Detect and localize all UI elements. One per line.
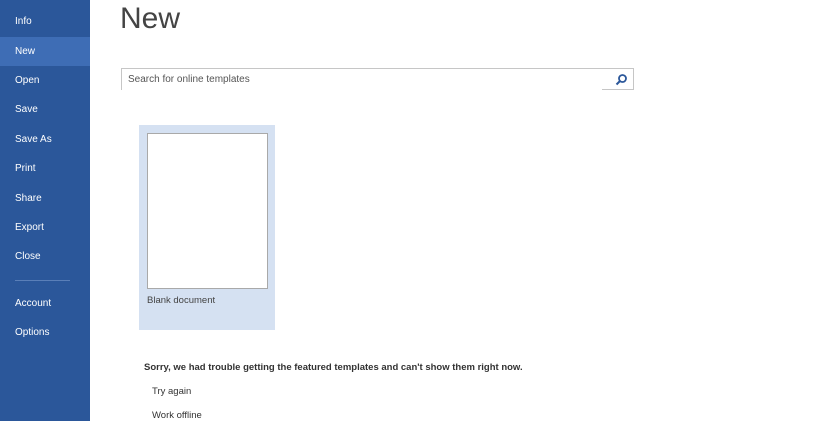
backstage-sidebar: Info New Open Save Save As Print Share E…	[0, 0, 90, 421]
page-title: New	[120, 2, 181, 35]
nav-save-as[interactable]: Save As	[0, 125, 90, 154]
sidebar-divider	[15, 280, 70, 281]
template-label: Blank document	[147, 295, 216, 306]
search-icon[interactable]	[615, 73, 628, 86]
blank-page-thumbnail	[147, 133, 268, 289]
try-again-link[interactable]: Try again	[152, 386, 191, 397]
nav-save[interactable]: Save	[0, 95, 90, 124]
nav-close[interactable]: Close	[0, 242, 90, 271]
nav-account[interactable]: Account	[0, 289, 90, 318]
work-offline-link[interactable]: Work offline	[152, 410, 202, 421]
search-input[interactable]	[122, 69, 602, 90]
template-search	[121, 68, 634, 90]
nav-print[interactable]: Print	[0, 154, 90, 183]
nav-export[interactable]: Export	[0, 213, 90, 242]
error-message: Sorry, we had trouble getting the featur…	[144, 362, 523, 373]
nav-new[interactable]: New	[0, 37, 90, 66]
nav-open[interactable]: Open	[0, 66, 90, 95]
blank-document-template[interactable]: Blank document	[139, 125, 275, 330]
nav-share[interactable]: Share	[0, 184, 90, 213]
nav-info[interactable]: Info	[0, 7, 90, 36]
nav-options[interactable]: Options	[0, 318, 90, 347]
